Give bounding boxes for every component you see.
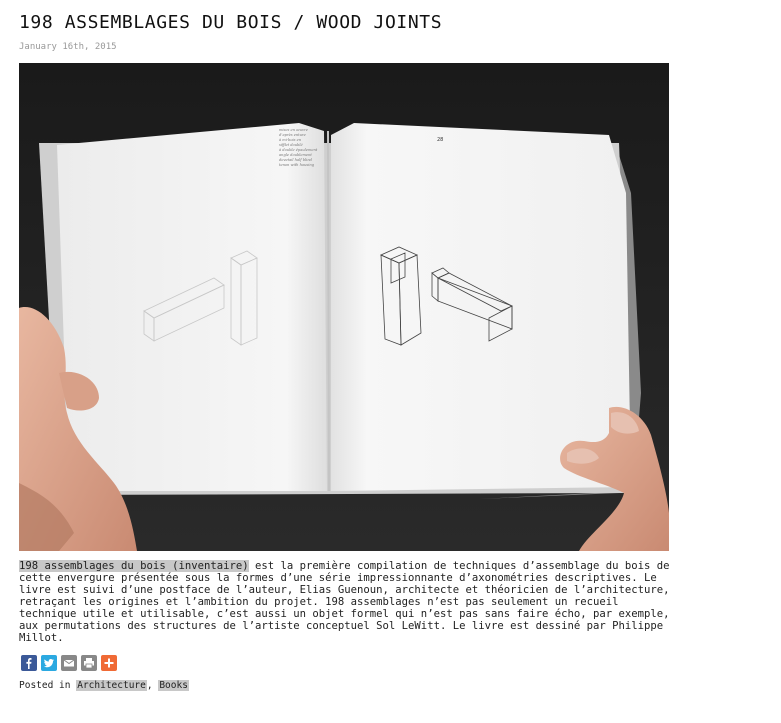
svg-text:dovetail half blind: dovetail half blind bbox=[279, 158, 313, 162]
svg-text:à mi-bois en: à mi-bois en bbox=[279, 138, 302, 142]
svg-text:à double épaulement: à double épaulement bbox=[279, 148, 318, 152]
post-title: 198 ASSEMBLAGES DU BOIS / WOOD JOINTS bbox=[19, 12, 443, 33]
facebook-share-button[interactable] bbox=[21, 655, 37, 671]
twitter-share-button[interactable] bbox=[41, 655, 57, 671]
svg-text:angle doublement: angle doublement bbox=[279, 153, 312, 157]
post-date: January 16th, 2015 bbox=[19, 42, 117, 52]
post-body-text: est la première compilation de technique… bbox=[19, 560, 670, 644]
share-bar bbox=[21, 655, 117, 671]
category-link-books[interactable]: Books bbox=[158, 680, 189, 691]
posted-in-label: Posted in bbox=[19, 680, 71, 691]
post-body: 198 assemblages du bois (inventaire) est… bbox=[19, 560, 674, 644]
svg-text:tenon with housing: tenon with housing bbox=[279, 163, 315, 167]
twitter-icon bbox=[43, 659, 54, 668]
post-categories: Posted in Architecture, Books bbox=[19, 680, 189, 691]
svg-text:sifflet doublé: sifflet doublé bbox=[279, 143, 303, 147]
print-share-button[interactable] bbox=[81, 655, 97, 671]
email-share-button[interactable] bbox=[61, 655, 77, 671]
print-icon bbox=[84, 658, 94, 669]
more-share-button[interactable] bbox=[101, 655, 117, 671]
facebook-icon bbox=[26, 658, 32, 669]
email-icon bbox=[63, 659, 75, 667]
book-title-link[interactable]: 198 assemblages du bois (inventaire) bbox=[19, 560, 249, 572]
book-photo: mises en œuvre d’après enture à mi-bois … bbox=[19, 63, 669, 551]
category-link-architecture[interactable]: Architecture bbox=[76, 680, 147, 691]
svg-text:mises en œuvre: mises en œuvre bbox=[279, 128, 308, 132]
category-separator: , bbox=[146, 680, 153, 691]
svg-text:d’après enture: d’après enture bbox=[279, 133, 306, 137]
more-icon bbox=[104, 658, 114, 668]
book-page-number: 28 bbox=[437, 137, 443, 143]
